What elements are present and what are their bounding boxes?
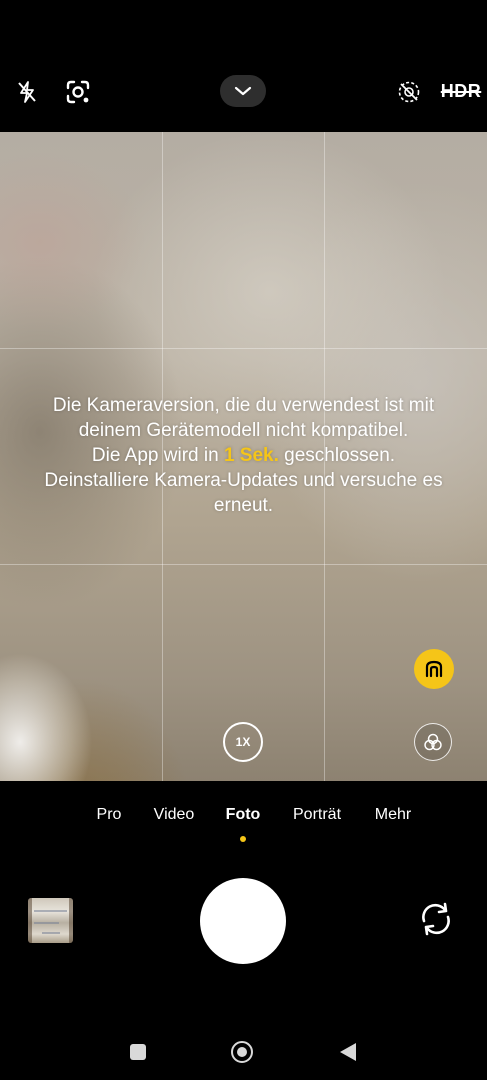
top-bar: HDR: [0, 0, 487, 132]
incompatibility-message: Die Kameraversion, die du verwendest ist…: [0, 393, 487, 518]
hdr-label: HDR: [440, 80, 482, 101]
message-text: geschlossen.: [278, 445, 396, 466]
thumbnail-detail: [34, 922, 59, 924]
expand-menu-button[interactable]: [220, 75, 266, 107]
flash-off-icon[interactable]: [14, 79, 40, 105]
message-line: Deinstalliere Kamera-Updates und versuch…: [44, 470, 443, 491]
hdr-toggle[interactable]: HDR: [440, 80, 482, 102]
ai-scene-button[interactable]: [414, 649, 454, 689]
thumbnail-detail: [42, 932, 60, 934]
message-line: Die Kameraversion, die du verwendest ist…: [52, 395, 435, 416]
grid-line: [0, 348, 487, 349]
filter-icon: [424, 733, 442, 751]
mode-more[interactable]: Mehr: [375, 806, 411, 824]
zoom-button[interactable]: 1X: [223, 722, 263, 762]
mode-foto[interactable]: Foto: [226, 806, 261, 824]
recents-square-icon[interactable]: [130, 1044, 146, 1060]
home-circle-icon[interactable]: [231, 1041, 253, 1063]
grid-line: [0, 564, 487, 565]
camera-mode-selector: Pro Video Foto Porträt Mehr: [0, 806, 487, 828]
active-mode-indicator: [240, 836, 246, 842]
ai-scene-icon: [425, 660, 443, 678]
switch-camera-icon: [422, 902, 450, 936]
message-line: deinem Gerätemodell nicht kompatibel.: [78, 420, 409, 441]
chevron-down-icon: [234, 86, 252, 96]
shutter-button[interactable]: [200, 878, 286, 964]
mode-pro[interactable]: Pro: [97, 806, 122, 824]
message-line: Die App wird in 1 Sek. geschlossen.: [0, 443, 487, 468]
thumbnail-detail: [34, 910, 67, 912]
gallery-thumbnail[interactable]: [28, 898, 73, 943]
system-navigation-bar: [0, 1030, 487, 1075]
filter-button[interactable]: [414, 723, 452, 761]
motion-photo-off-icon[interactable]: [396, 79, 422, 105]
zoom-label: 1X: [235, 735, 251, 749]
message-line: erneut.: [213, 495, 274, 516]
switch-camera-button[interactable]: [416, 899, 456, 939]
google-lens-icon[interactable]: [64, 78, 92, 106]
back-triangle-icon[interactable]: [340, 1043, 356, 1061]
message-text: Die App wird in: [91, 445, 224, 466]
mode-video[interactable]: Video: [154, 806, 195, 824]
home-circle-inner: [237, 1047, 247, 1057]
countdown-text: 1 Sek.: [223, 445, 279, 466]
mode-portrait[interactable]: Porträt: [293, 806, 341, 824]
